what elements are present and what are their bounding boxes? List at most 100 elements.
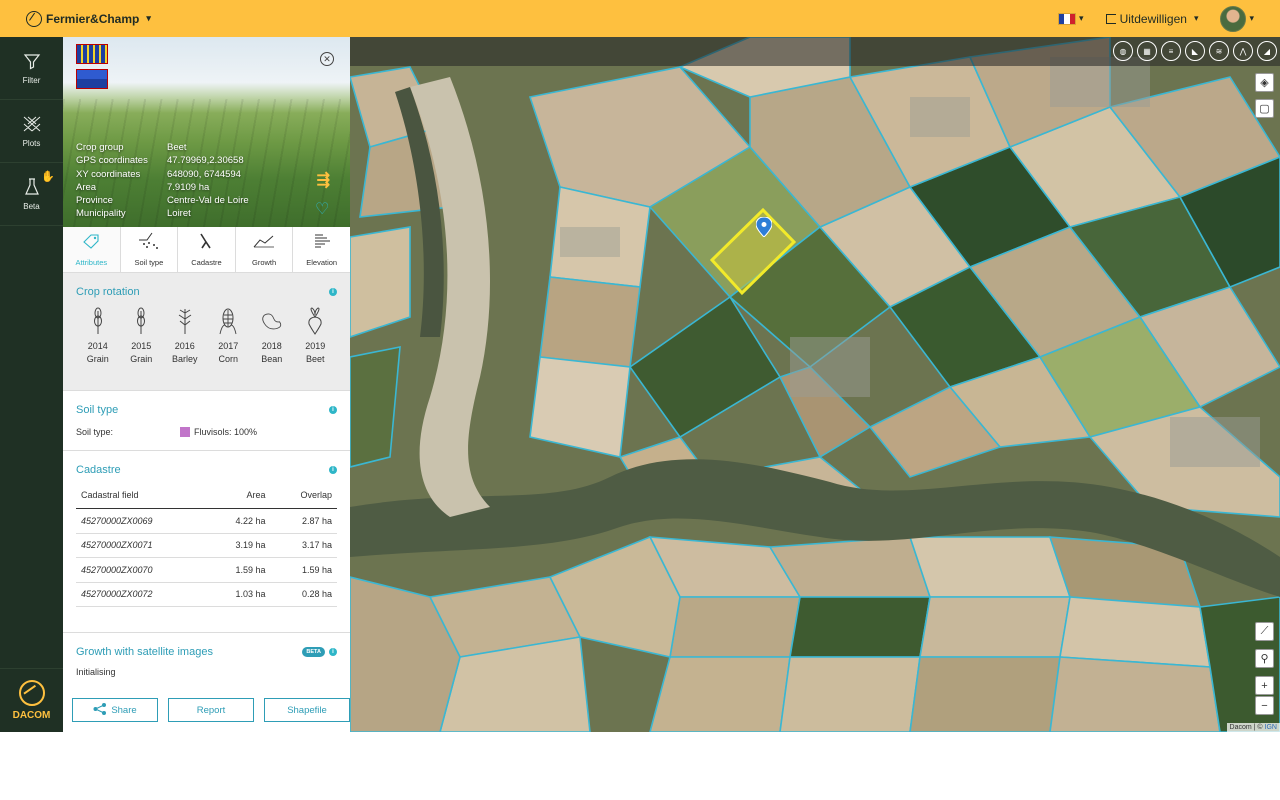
- wheat-icon: [130, 307, 152, 335]
- tab-growth[interactable]: Growth: [234, 227, 293, 272]
- attribute-row: Municipality Loiret: [76, 207, 249, 220]
- attribute-key: Area: [76, 181, 97, 193]
- rotation-crop: Corn: [218, 354, 238, 364]
- logout-button[interactable]: Uitdewilligen ▾: [1105, 12, 1198, 26]
- signpost-icon[interactable]: ⇶: [317, 170, 330, 190]
- cadastral-field-cell: 45270000ZX0072: [76, 582, 207, 607]
- info-icon[interactable]: i: [329, 406, 337, 414]
- attribute-row: GPS coordinates 47.79969,2.30658: [76, 154, 249, 167]
- share-icon: [93, 702, 107, 718]
- zoom-out-label: −: [1261, 699, 1268, 712]
- map-canvas[interactable]: [350, 37, 1280, 732]
- layer-toggle-1-icon[interactable]: ◍: [1113, 41, 1133, 61]
- rotation-year: 2014: [87, 341, 108, 351]
- tab-soil-type[interactable]: Soil type: [119, 227, 178, 272]
- overlap-cell: 1.59 ha: [270, 557, 337, 583]
- section-title: Soil type: [76, 404, 119, 416]
- hand-icon: ✋: [41, 171, 55, 183]
- elevation-icon: [311, 232, 333, 250]
- share-button[interactable]: Share: [72, 698, 158, 722]
- attribute-value: 7.9109 ha: [167, 181, 210, 193]
- info-icon[interactable]: i: [329, 648, 337, 656]
- nav-label: Beta: [23, 202, 40, 211]
- chevron-down-icon: ▾: [1249, 13, 1254, 23]
- soil-value: Fluvisols: 100%: [194, 427, 258, 437]
- dacom-leaf-icon: [18, 680, 45, 706]
- table-row: 45270000ZX0071 3.19 ha 3.17 ha: [76, 533, 337, 558]
- panel-tabs: Attributes Soil type Cadastre Growth Ele…: [63, 227, 350, 273]
- table-header-row: Cadastral field Area Overlap: [76, 490, 337, 509]
- favorite-heart-icon[interactable]: ♡: [315, 202, 331, 218]
- flask-icon: [22, 177, 42, 197]
- rotation-item: 2015 Grain: [120, 307, 164, 366]
- barley-icon: [174, 307, 196, 335]
- attribute-row: Crop group Beet: [76, 141, 249, 154]
- report-label: Report: [196, 704, 226, 716]
- zoom-in-button[interactable]: +: [1255, 676, 1274, 695]
- share-label: Share: [111, 704, 137, 716]
- ign-link[interactable]: IGN: [1265, 724, 1277, 731]
- brand-menu[interactable]: Fermier&Champ ▾: [26, 10, 151, 27]
- draw-square-button[interactable]: ▢: [1255, 99, 1274, 118]
- tab-label: Attributes: [75, 258, 108, 267]
- map-attribution: Dacom | © IGN: [1226, 723, 1280, 732]
- layers-button[interactable]: ◈: [1255, 73, 1274, 92]
- rotation-crop: Beet: [305, 354, 325, 364]
- layer-toggle-4-icon[interactable]: ◣: [1185, 41, 1205, 61]
- layer-toggle-7-icon[interactable]: ◢: [1257, 41, 1277, 61]
- close-button[interactable]: ✕: [320, 52, 334, 66]
- layers-icon: ◈: [1260, 77, 1269, 89]
- info-icon[interactable]: i: [329, 466, 337, 474]
- layer-toggle-5-icon[interactable]: ≋: [1209, 41, 1229, 61]
- tag-icon: [80, 232, 102, 250]
- tab-label: Soil type: [134, 258, 164, 267]
- tab-cadastre[interactable]: Cadastre: [177, 227, 235, 272]
- map-marker-icon[interactable]: [756, 217, 772, 237]
- overlap-cell: 0.28 ha: [270, 582, 337, 607]
- ruler-icon: ⟋: [1260, 625, 1269, 637]
- column-header: Area: [206, 490, 271, 509]
- tab-label: Elevation: [306, 258, 338, 267]
- attribute-value: Centre-Val de Loire: [167, 195, 249, 207]
- locate-button[interactable]: ⚲: [1255, 649, 1274, 668]
- crop-rotation-section: Crop rotation i 2014 Grain 2015 Grain 20…: [63, 273, 350, 391]
- rotation-item: 2014 Grain: [76, 307, 120, 366]
- rotation-crop: Grain: [130, 354, 153, 364]
- layer-toggle-2-icon[interactable]: ▦: [1137, 41, 1157, 61]
- table-row: 45270000ZX0070 1.59 ha 1.59 ha: [76, 557, 337, 583]
- rotation-year: 2018: [261, 341, 282, 351]
- nav-item-beta[interactable]: ✋ Beta: [0, 163, 63, 226]
- rotation-year: 2015: [131, 341, 152, 351]
- attribute-key: Province: [76, 195, 113, 207]
- nav-item-plots[interactable]: Plots: [0, 100, 63, 163]
- attribution-text: Dacom | ©: [1229, 724, 1263, 731]
- info-icon[interactable]: i: [329, 288, 337, 296]
- rotation-year: 2016: [174, 341, 195, 351]
- growth-section: Growth with satellite images BETA i Init…: [63, 633, 350, 693]
- brand-logo-icon: [26, 10, 42, 27]
- logout-icon: [1105, 13, 1116, 24]
- beet-icon: [304, 307, 326, 335]
- cadastre-section: Cadastre i Cadastral field Area Overlap …: [63, 451, 350, 633]
- attribute-row: Area 7.9109 ha: [76, 181, 249, 194]
- cadastre-table: Cadastral field Area Overlap 45270000ZX0…: [76, 490, 337, 607]
- tab-attributes[interactable]: Attributes: [63, 227, 120, 272]
- area-cell: 1.03 ha: [206, 582, 271, 607]
- user-menu[interactable]: ▾: [1220, 5, 1254, 32]
- measure-button[interactable]: ⟋: [1255, 622, 1274, 641]
- shapefile-button[interactable]: Shapefile: [264, 698, 350, 722]
- avatar: [1220, 5, 1247, 32]
- cadastral-field-cell: 45270000ZX0070: [76, 557, 207, 583]
- nav-item-filter[interactable]: Filter: [0, 37, 63, 100]
- soil-label: Soil type:: [76, 427, 114, 437]
- satellite-map[interactable]: ◍ ▦ ≡ ◣ ≋ ⋀ ◢ ◈ ▢ ⟋ ⚲ + − Dacom | © IGN: [350, 37, 1280, 732]
- cadastral-field-cell: 45270000ZX0069: [76, 508, 207, 534]
- dacom-logo[interactable]: DACOM: [0, 668, 63, 732]
- layer-toggle-3-icon[interactable]: ≡: [1161, 41, 1181, 61]
- language-selector[interactable]: ▾: [1058, 12, 1084, 25]
- layer-toggle-6-icon[interactable]: ⋀: [1233, 41, 1253, 61]
- zoom-out-button[interactable]: −: [1255, 696, 1274, 715]
- report-button[interactable]: Report: [168, 698, 254, 722]
- tab-elevation[interactable]: Elevation: [292, 227, 350, 272]
- attribute-value: 648090, 6744594: [167, 168, 241, 180]
